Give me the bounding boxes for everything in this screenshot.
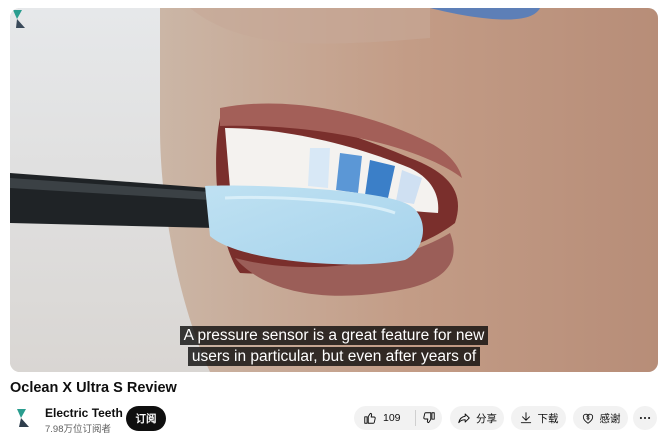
like-dislike-group: 109 (354, 406, 442, 430)
subscriber-count: 7.98万位订阅者 (45, 424, 111, 435)
video-title: Oclean X Ultra S Review (10, 380, 177, 396)
download-icon (520, 412, 531, 424)
dislike-button[interactable] (416, 406, 442, 430)
channel-avatar[interactable] (10, 405, 36, 431)
share-button[interactable]: 分享 (450, 406, 504, 430)
thanks-label: 感谢 (599, 412, 621, 425)
download-label: 下载 (537, 412, 559, 425)
share-label: 分享 (476, 412, 497, 425)
video-player[interactable]: A pressure sensor is a great feature for… (10, 8, 658, 372)
like-button[interactable]: 109 (354, 406, 415, 430)
download-button[interactable]: 下载 (511, 406, 566, 430)
thumbs-down-icon (423, 412, 435, 424)
channel-watermark-icon (13, 10, 25, 28)
channel-logo-icon (17, 409, 29, 427)
caption-area: A pressure sensor is a great feature for… (10, 326, 658, 366)
video-frame (10, 8, 658, 372)
more-horizontal-icon (639, 416, 651, 420)
caption-line-2: users in particular, but even after year… (187, 347, 481, 366)
share-arrow-icon (458, 413, 470, 424)
subscribe-button[interactable]: 订阅 (126, 406, 166, 431)
channel-name[interactable]: Electric Teeth (45, 406, 123, 420)
more-actions-button[interactable] (633, 406, 657, 430)
thanks-button[interactable]: 感谢 (573, 406, 628, 430)
dollar-heart-icon (582, 413, 593, 424)
like-count: 109 (383, 412, 401, 424)
caption-line-1: A pressure sensor is a great feature for… (179, 326, 489, 345)
thumbs-up-icon (364, 412, 376, 424)
